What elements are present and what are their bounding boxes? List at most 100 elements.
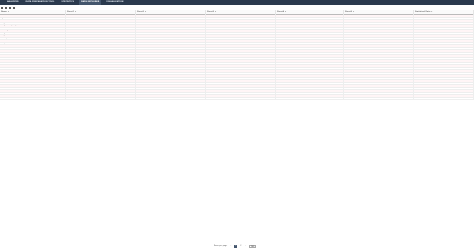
table-cell xyxy=(276,42,344,44)
table-cell xyxy=(136,30,206,32)
chevron-down-icon[interactable]: ▾ xyxy=(145,10,146,15)
table-cell: Date of admission xyxy=(206,15,276,17)
table-cell xyxy=(414,62,474,64)
table-row[interactable] xyxy=(0,97,474,100)
table-cell xyxy=(344,32,414,34)
settings-icon[interactable] xyxy=(13,6,15,9)
table-cell xyxy=(276,52,344,54)
table-cell xyxy=(414,25,474,27)
table-cell xyxy=(344,20,414,22)
download-icon[interactable] xyxy=(9,6,11,9)
table-cell: Discharge status xyxy=(0,30,66,32)
table-cell xyxy=(206,32,276,34)
table-cell xyxy=(66,52,136,54)
table-cell xyxy=(276,97,344,99)
table-cell xyxy=(136,60,206,62)
table-cell xyxy=(276,82,344,84)
table-cell: Temperature xyxy=(0,42,66,44)
table-cell xyxy=(414,15,474,17)
table-cell xyxy=(206,45,276,47)
page-size-select[interactable]: 100 xyxy=(249,244,256,248)
table-cell xyxy=(66,82,136,84)
table-cell xyxy=(344,62,414,64)
table-cell: Text xyxy=(206,22,276,24)
table-cell xyxy=(276,62,344,64)
table-cell xyxy=(414,42,474,44)
table-cell xyxy=(206,75,276,77)
table-cell xyxy=(66,50,136,52)
table-cell xyxy=(0,57,66,59)
table-cell xyxy=(414,72,474,74)
table-cell xyxy=(414,65,474,67)
column-header-0[interactable]: Name▾ xyxy=(0,9,66,15)
table-cell xyxy=(136,45,206,47)
table-cell xyxy=(414,82,474,84)
table-cell xyxy=(414,52,474,54)
next-page-button[interactable]: › xyxy=(244,245,247,248)
table-cell xyxy=(414,22,474,24)
table-cell xyxy=(136,67,206,69)
column-header-3[interactable]: Sheet3▾ xyxy=(206,9,276,15)
table-cell xyxy=(66,55,136,57)
table-cell xyxy=(136,97,206,99)
table-cell xyxy=(66,32,136,34)
column-header-6[interactable]: Statistical Data▾ xyxy=(414,9,474,15)
page-button-2[interactable]: 2 xyxy=(239,245,242,248)
chevron-down-icon[interactable]: ▾ xyxy=(353,10,354,15)
table-cell xyxy=(414,32,474,34)
table-cell xyxy=(414,30,474,32)
chevron-down-icon[interactable]: ▾ xyxy=(8,10,9,15)
page-button-1[interactable]: 1 xyxy=(234,244,238,248)
column-header-4[interactable]: Sheet4▾ xyxy=(276,9,344,15)
table-cell xyxy=(0,52,66,54)
table-cell xyxy=(66,25,136,27)
table-cell xyxy=(206,30,276,32)
table-cell xyxy=(0,55,66,57)
table-cell xyxy=(414,60,474,62)
table-cell xyxy=(0,92,66,94)
table-cell xyxy=(414,57,474,59)
table-cell xyxy=(414,55,474,57)
table-cell xyxy=(0,90,66,92)
table-cell xyxy=(344,52,414,54)
table-cell xyxy=(414,17,474,19)
table-cell xyxy=(414,77,474,79)
table-cell xyxy=(414,40,474,42)
table-cell xyxy=(276,50,344,52)
column-header-2[interactable]: Sheet2▾ xyxy=(136,9,206,15)
table-cell xyxy=(276,17,344,19)
refresh-icon[interactable] xyxy=(5,6,7,9)
table-cell xyxy=(344,37,414,39)
chevron-down-icon[interactable]: ▾ xyxy=(215,10,216,15)
table-cell xyxy=(206,42,276,44)
column-header-label: Sheet5 xyxy=(345,10,353,13)
table-cell xyxy=(0,60,66,62)
table-cell xyxy=(136,20,206,22)
column-header-1[interactable]: Sheet1▾ xyxy=(66,9,136,15)
table-cell xyxy=(0,45,66,47)
table-cell xyxy=(0,80,66,82)
prev-page-button[interactable]: ‹ xyxy=(229,245,232,248)
table-cell xyxy=(276,95,344,97)
filter-icon[interactable] xyxy=(1,6,3,9)
chevron-down-icon[interactable]: ▾ xyxy=(75,10,76,15)
table-cell xyxy=(344,67,414,69)
table-cell: Weight xyxy=(0,32,66,34)
data-table: Name▾ Sheet1▾ Sheet2▾ Sheet3▾ Sheet4▾ Sheet5▾… xyxy=(0,9,474,100)
chevron-down-icon[interactable]: ▾ xyxy=(285,10,286,15)
table-cell xyxy=(136,62,206,64)
table-cell xyxy=(276,37,344,39)
table-cell xyxy=(66,97,136,99)
column-header-5[interactable]: Sheet5▾ xyxy=(344,9,414,15)
table-cell xyxy=(66,87,136,89)
table-cell xyxy=(206,40,276,42)
table-cell xyxy=(414,75,474,77)
table-cell xyxy=(414,70,474,72)
table-cell xyxy=(66,47,136,49)
table-cell xyxy=(206,27,276,29)
table-cell xyxy=(206,72,276,74)
table-cell xyxy=(136,87,206,89)
table-cell xyxy=(136,92,206,94)
chevron-down-icon[interactable]: ▾ xyxy=(431,10,432,15)
table-cell xyxy=(344,80,414,82)
